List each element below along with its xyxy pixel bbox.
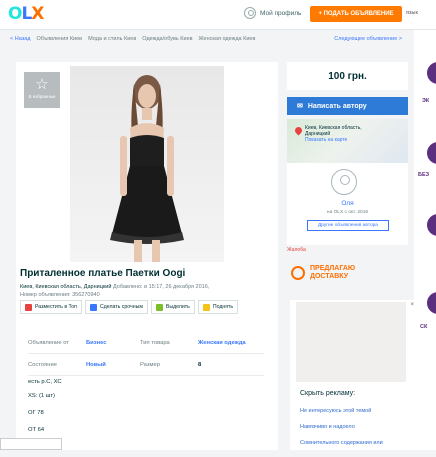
table-row: Состояние Новый Размер 8 [28,354,264,376]
profile-label: Мой профиль [260,9,302,17]
show-map-link[interactable]: Показать на карте [305,137,362,143]
logo-x: X [31,4,44,24]
breadcrumb-item[interactable]: Одежда/обувь Киев [142,36,192,42]
listing-panel: ☆ В избранные Приталенное платье Паетки … [16,62,278,450]
promo-label: БЕЗ [418,172,430,178]
detail-key: Объявление от [28,339,69,346]
write-author-button[interactable]: ✉ Написать автору [287,97,408,115]
urgent-label: Сделать срочным [100,304,143,310]
description-line: ОГ 78 [28,410,44,416]
urgent-icon [90,303,97,311]
detail-value: 8 [198,361,202,368]
right-promo-strip: ЭК БЕЗ СК [414,30,436,450]
footer-overlay [0,438,62,450]
ad-banner: × Скрыть рекламу: Не интересуюсь этой те… [290,300,418,450]
breadcrumb-item[interactable]: Объявления Киев [37,36,83,42]
product-photo[interactable] [70,66,224,262]
map-pin-icon [293,125,304,136]
seller-card: Киев, Киевская область, Дарницкий Показа… [287,119,408,245]
other-ads-button[interactable]: Другие объявления автора [307,220,389,231]
breadcrumb-item[interactable]: Женская одежда Киев [199,36,256,42]
detail-value[interactable]: Женская одежда [198,340,252,346]
promo-label: СК [420,324,428,330]
price: 100 грн. [287,62,408,90]
delivery-badge: ПРЕДЛАГАЮ ДОСТАВКУ [287,265,408,281]
location-text[interactable]: Киев, Киевская область, Дарницкий [20,284,111,290]
olx-logo[interactable]: OLX [8,4,44,24]
description-line: ОТ 64 [28,427,45,433]
top-label: Разместить в Топ [35,304,77,310]
added-date: Добавлено: в 15:17, 26 декабря 2016, [112,284,210,290]
detail-value[interactable]: Новый [86,362,140,368]
user-icon [244,7,256,19]
description-line: ХS: (1 шт) [28,393,55,399]
top-bar: OLX Мой профиль + ПОДАТЬ ОБЪЯВЛЕНИЕ язык [0,0,436,30]
sidebar: 100 грн. ✉ Написать автору Киев, Киевска… [287,62,408,281]
description-line: есть р.С, ХС [28,379,62,385]
listing-number: Номер объявления: 356270940 [20,292,100,298]
breadcrumb: < Назад Объявления Киев Мода и стиль Кие… [10,32,408,46]
photo-area: ☆ В избранные [20,66,272,262]
top-icon [25,303,32,311]
top-button[interactable]: Разместить в Топ [20,300,82,314]
highlight-button[interactable]: Выделить [150,300,195,314]
detail-key: Размер [140,361,160,368]
hide-ad-option[interactable]: Сомнительного содержания или [300,440,383,446]
bump-label: Поднять [212,304,234,310]
mail-icon: ✉ [297,103,303,110]
complaint-row: Жалоба [287,247,408,253]
seller-name[interactable]: Оля [287,200,408,207]
detail-key: Тип товара [140,339,170,346]
language-switch[interactable]: язык [406,10,418,16]
write-author-label: Написать автору [307,102,367,110]
back-link[interactable]: < Назад [10,36,31,42]
logo-o: O [8,4,22,24]
detail-key: Состояние [28,361,57,368]
complaint-link[interactable]: Жалоба [287,247,306,253]
delivery-line: ПРЕДЛАГАЮ [310,265,356,272]
breadcrumb-item[interactable]: Мода и стиль Киев [88,36,136,42]
promo-circle[interactable] [427,62,436,84]
bump-button[interactable]: Поднять [197,300,239,314]
promo-actions: Разместить в Топ Сделать срочным Выделит… [20,300,239,314]
hide-ad-option[interactable]: Навязчиво и надоело [300,424,355,430]
promo-circle[interactable] [427,142,436,164]
favorite-button[interactable]: ☆ В избранные [24,72,60,108]
urgent-button[interactable]: Сделать срочным [85,300,148,314]
details-table: Объявление от Бизнес Тип товара Женская … [28,332,264,376]
hide-ad-option[interactable]: Не интересуюсь этой темой [300,408,371,414]
delivery-line: ДОСТАВКУ [310,273,349,280]
location-map[interactable]: Киев, Киевская область, Дарницкий Показа… [287,119,408,163]
address: Киев, Киевская область, Дарницкий Показа… [305,125,362,143]
highlight-label: Выделить [165,304,190,310]
hide-ad-title: Скрыть рекламу: [300,390,356,397]
listing-location: Киев, Киевская область, Дарницкий Добавл… [20,284,209,290]
promo-circle[interactable] [427,214,436,236]
listing-title: Приталенное платье Паетки Oogi [20,268,186,279]
dress-photo-image [110,75,184,262]
next-ad-link[interactable]: Следующее объявление > [334,36,402,42]
bump-icon [202,303,210,311]
post-ad-button[interactable]: + ПОДАТЬ ОБЪЯВЛЕНИЕ [310,6,402,22]
my-profile-link[interactable]: Мой профиль [244,7,301,19]
favorite-label: В избранные [28,94,56,99]
highlight-icon [155,303,163,311]
seller-since: на OLX с окт. 2016 [326,210,369,215]
ad-image [296,302,406,382]
seller-avatar [331,169,357,195]
delivery-icon [291,266,305,280]
table-row: Объявление от Бизнес Тип товара Женская … [28,332,264,354]
detail-value[interactable]: Бизнес [86,340,140,346]
promo-circle[interactable] [427,292,436,314]
star-icon: ☆ [35,76,49,93]
logo-l: L [21,4,32,24]
promo-label: ЭК [422,98,430,104]
